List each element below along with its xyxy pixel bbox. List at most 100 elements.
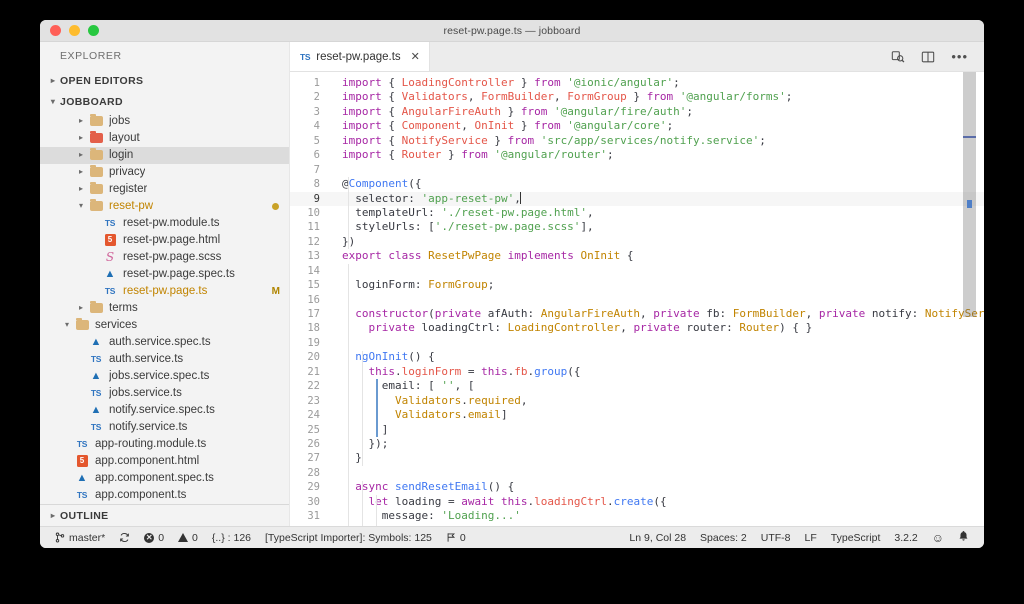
status-cursor-position[interactable]: Ln 9, Col 28 xyxy=(622,532,693,544)
indent-guide xyxy=(376,379,378,438)
status-notifications[interactable] xyxy=(951,530,976,545)
status-encoding[interactable]: UTF-8 xyxy=(754,532,798,544)
tree-file-app-component-html[interactable]: 5 app.component.html xyxy=(40,453,289,470)
tree-file-reset-pw-page-scss[interactable]: Sreset-pw.page.scss xyxy=(40,249,289,266)
line-number: 24 xyxy=(307,409,320,422)
line-number: 27 xyxy=(307,452,320,465)
file-tree[interactable]: ▸ OPEN EDITORS ▾ JOBBOARD ▸ jobs ▸ layout ▸ l… xyxy=(40,71,289,504)
code-line-8[interactable]: 8 @Component({ xyxy=(290,177,984,191)
code-line-7[interactable]: 7 xyxy=(290,163,984,177)
code-line-24[interactable]: 24 Validators.email] xyxy=(290,408,984,422)
outline-section[interactable]: ▸ OUTLINE xyxy=(40,504,289,526)
code-line-15[interactable]: 15 loginForm: FormGroup; xyxy=(290,278,984,292)
tree-item-label: services xyxy=(95,319,138,332)
tree-folder-terms[interactable]: ▸ terms xyxy=(40,300,289,317)
tree-file-reset-pw-page-spec-ts[interactable]: ▲ reset-pw.page.spec.ts xyxy=(40,266,289,283)
code-line-20[interactable]: 20 ngOnInit() { xyxy=(290,350,984,364)
code-line-17[interactable]: 17 constructor(private afAuth: AngularFi… xyxy=(290,307,984,321)
code-line-13[interactable]: 13 export class ResetPwPage implements On… xyxy=(290,249,984,263)
typescript-icon: TS xyxy=(104,218,116,229)
status-ts-version[interactable]: 3.2.2 xyxy=(887,532,924,544)
code-line-4[interactable]: 4 import { Component, OnInit } from '@ang… xyxy=(290,119,984,133)
line-source: let loading = await this.loadingCtrl.cre… xyxy=(368,494,667,508)
tree-folder-login[interactable]: ▸ login xyxy=(40,146,289,164)
code-line-6[interactable]: 6 import { Router } from '@angular/router… xyxy=(290,148,984,162)
minimize-button[interactable] xyxy=(69,25,80,36)
spec-test-icon: ▲ xyxy=(90,403,102,416)
code-line-29[interactable]: 29 async sendResetEmail() { xyxy=(290,480,984,494)
code-line-22[interactable]: 22 email: [ '', [ xyxy=(290,379,984,393)
status-errors[interactable]: ✕ 0 xyxy=(137,532,171,544)
tree-file-app-component-ts[interactable]: TS app.component.ts xyxy=(40,487,289,504)
status-feedback[interactable]: ☺ xyxy=(925,531,951,545)
code-line-5[interactable]: 5 import { NotifyService } from 'src/app/… xyxy=(290,134,984,148)
code-line-3[interactable]: 3 import { AngularFireAuth } from '@angul… xyxy=(290,105,984,119)
line-number: 11 xyxy=(307,221,320,234)
code-line-14[interactable]: 14 xyxy=(290,264,984,278)
tree-folder-reset-pw[interactable]: ▾ reset-pw xyxy=(40,198,289,215)
tree-folder-layout[interactable]: ▸ layout xyxy=(40,130,289,147)
code-line-28[interactable]: 28 xyxy=(290,466,984,480)
tree-file-notify-service-ts[interactable]: TS notify.service.ts xyxy=(40,419,289,436)
code-line-10[interactable]: 10 templateUrl: './reset-pw.page.html', xyxy=(290,206,984,220)
vscode-window: reset-pw.page.ts — jobboard EXPLORER ▸ O… xyxy=(40,20,984,548)
tab-reset-pw-page-ts[interactable]: TS reset-pw.page.ts ✕ xyxy=(290,42,430,71)
code-line-1[interactable]: 1 import { LoadingController } from '@ion… xyxy=(290,76,984,90)
code-line-27[interactable]: 27 } xyxy=(290,451,984,465)
code-line-31[interactable]: 31 message: 'Loading...' xyxy=(290,509,984,523)
section-open-editors-label: OPEN EDITORS xyxy=(60,75,144,88)
zoom-button[interactable] xyxy=(88,25,99,36)
close-button[interactable] xyxy=(50,25,61,36)
code-lines[interactable]: 1 import { LoadingController } from '@ion… xyxy=(290,72,984,526)
tree-folder-jobs[interactable]: ▸ jobs xyxy=(40,113,289,130)
open-preview-icon[interactable] xyxy=(891,50,905,64)
tree-file-reset-pw-page-html[interactable]: 5 reset-pw.page.html xyxy=(40,232,289,249)
code-line-23[interactable]: 23 Validators.required, xyxy=(290,394,984,408)
code-line-2[interactable]: 2 import { Validators, FormBuilder, FormG… xyxy=(290,90,984,104)
code-line-12[interactable]: 12}) xyxy=(290,235,984,249)
tree-file-auth-service-spec-ts[interactable]: ▲ auth.service.spec.ts xyxy=(40,334,289,351)
tree-file-notify-service-spec-ts[interactable]: ▲ notify.service.spec.ts xyxy=(40,402,289,419)
status-sync[interactable] xyxy=(112,532,137,543)
tree-file-reset-pw-module-ts[interactable]: TS reset-pw.module.ts xyxy=(40,215,289,232)
code-line-11[interactable]: 11 styleUrls: ['./reset-pw.page.scss'], xyxy=(290,220,984,234)
status-warnings[interactable]: 0 xyxy=(171,532,205,544)
code-line-18[interactable]: 18 private loadingCtrl: LoadingControlle… xyxy=(290,321,984,335)
tree-file-jobs-service-spec-ts[interactable]: ▲ jobs.service.spec.ts xyxy=(40,368,289,385)
source-control-branch-icon xyxy=(55,532,65,543)
tree-file-reset-pw-page-ts[interactable]: TS reset-pw.page.ts M xyxy=(40,283,289,300)
code-line-25[interactable]: 25 ] xyxy=(290,423,984,437)
tree-folder-services[interactable]: ▾ services xyxy=(40,317,289,334)
code-line-21[interactable]: 21 this.loginForm = this.fb.group({ xyxy=(290,365,984,379)
tree-file-auth-service-ts[interactable]: TS auth.service.ts xyxy=(40,351,289,368)
tree-folder-register[interactable]: ▸ register xyxy=(40,181,289,198)
status-eol[interactable]: LF xyxy=(798,532,824,544)
status-branch[interactable]: master* xyxy=(48,532,112,544)
line-source: loginForm: FormGroup; xyxy=(342,278,495,292)
tree-folder-privacy[interactable]: ▸ privacy xyxy=(40,164,289,181)
tree-file-jobs-service-ts[interactable]: TS jobs.service.ts xyxy=(40,385,289,402)
code-line-32[interactable]: 32 }); xyxy=(290,524,984,526)
status-ports[interactable]: 0 xyxy=(439,532,473,544)
tree-file-app-routing-module-ts[interactable]: TS app-routing.module.ts xyxy=(40,436,289,453)
more-actions-icon[interactable]: ••• xyxy=(951,50,968,63)
scrollbar-thumb[interactable] xyxy=(963,72,976,317)
section-jobboard[interactable]: ▾ JOBBOARD xyxy=(40,92,289,113)
error-icon: ✕ xyxy=(144,532,155,543)
code-line-9[interactable]: 9 selector: 'app-reset-pw', xyxy=(290,191,984,206)
editor-scrollbar[interactable] xyxy=(963,72,976,526)
code-line-30[interactable]: 30 let loading = await this.loadingCtrl.… xyxy=(290,495,984,509)
section-open-editors[interactable]: ▸ OPEN EDITORS xyxy=(40,71,289,92)
folder-icon xyxy=(88,301,104,314)
split-editor-icon[interactable] xyxy=(921,50,935,64)
status-language-mode[interactable]: TypeScript xyxy=(824,532,888,544)
code-line-26[interactable]: 26 }); xyxy=(290,437,984,451)
status-ts-importer[interactable]: [TypeScript Importer]: Symbols: 125 xyxy=(258,532,439,544)
status-indentation[interactable]: Spaces: 2 xyxy=(693,532,754,544)
status-brackets[interactable]: {..} : 126 xyxy=(205,532,258,544)
close-icon[interactable]: ✕ xyxy=(411,50,420,63)
tree-file-app-component-spec-ts[interactable]: ▲ app.component.spec.ts xyxy=(40,470,289,487)
code-line-16[interactable]: 16 xyxy=(290,293,984,307)
code-editor[interactable]: 1 import { LoadingController } from '@ion… xyxy=(290,72,984,526)
code-line-19[interactable]: 19 xyxy=(290,336,984,350)
